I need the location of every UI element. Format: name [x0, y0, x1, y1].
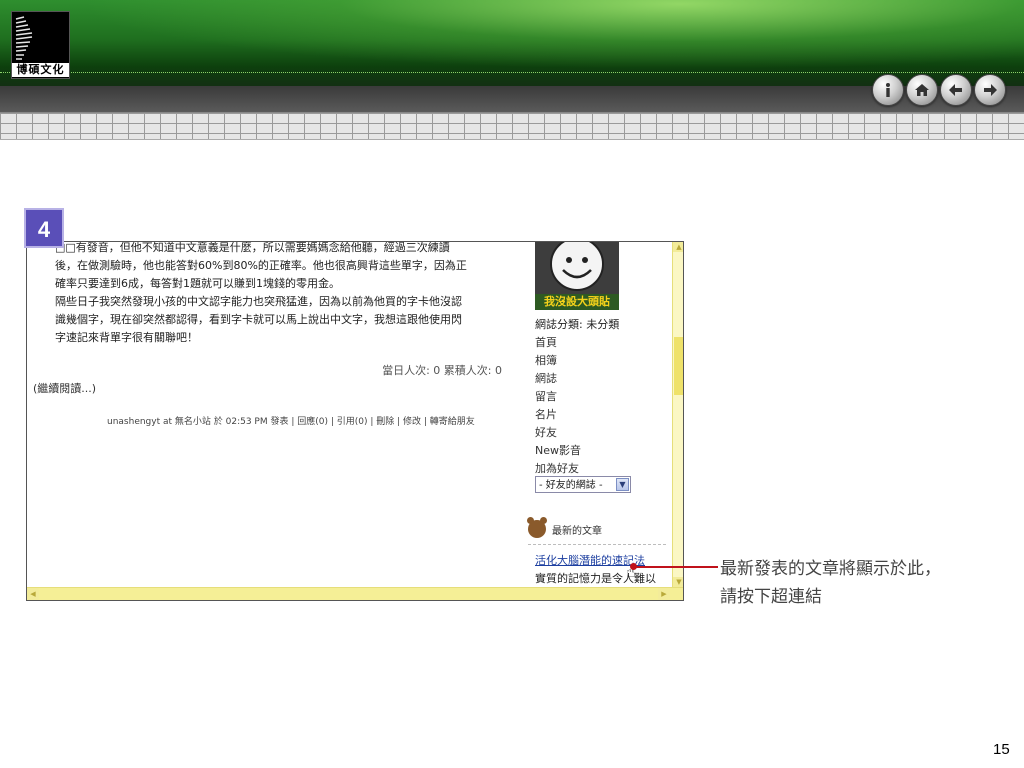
- scroll-left-icon[interactable]: ◀: [27, 588, 39, 600]
- scroll-up-icon[interactable]: ▲: [673, 242, 683, 252]
- logo-mark-icon: [15, 16, 33, 60]
- bear-icon: [527, 517, 547, 538]
- article-line: 字速記來背單字很有關聯吧！: [55, 331, 198, 344]
- avatar: 我沒設大頭貼: [535, 242, 619, 310]
- blog-screenshot: □□有發音，但他不知道中文意義是什麼，所以需要媽媽念給他聽，經過三次練讀 後，在…: [26, 241, 684, 601]
- banner-glow: [80, 0, 1024, 70]
- blog-category: 網誌分類: 未分類: [535, 318, 620, 331]
- back-arrow-icon[interactable]: [940, 74, 972, 106]
- avatar-caption: 我沒設大頭貼: [535, 294, 619, 310]
- article-line: □□有發音，但他不知道中文意義是什麼，所以需要媽媽念給他聽，經過三次練讀: [55, 241, 450, 254]
- horizontal-scrollbar[interactable]: ◀ ▶: [27, 587, 683, 600]
- blog-main-column: □□有發音，但他不知道中文意義是什麼，所以需要媽媽念給他聽，經過三次練讀 後，在…: [27, 241, 502, 587]
- callout-line-2: 請按下超連結: [720, 587, 822, 607]
- sidebar-item-album[interactable]: 相簿: [535, 352, 581, 370]
- chevron-down-icon[interactable]: ▼: [616, 478, 629, 491]
- forward-arrow-icon[interactable]: [974, 74, 1006, 106]
- page-number: 15: [993, 741, 1010, 758]
- sidebar-item-video[interactable]: New影音: [535, 442, 581, 460]
- latest-articles-heading: 最新的文章: [527, 517, 602, 538]
- banner-lower-band: [0, 86, 1024, 112]
- sidebar-item-guestbook[interactable]: 留言: [535, 388, 581, 406]
- header-banner: [0, 0, 1024, 112]
- blog-sidebar: 我沒設大頭貼 網誌分類: 未分類 首頁 相簿 網誌 留言 名片 好友 New影音…: [527, 242, 672, 587]
- visit-counter: 當日人次: 0 累積人次: 0: [382, 364, 502, 377]
- scroll-thumb[interactable]: [674, 337, 683, 395]
- sidebar-item-friends[interactable]: 好友: [535, 424, 581, 442]
- callout-text: 最新發表的文章將顯示於此， 請按下超連結: [720, 555, 941, 611]
- publisher-logo: 博碩文化: [11, 11, 70, 79]
- banner-dotted-line: [0, 72, 1024, 73]
- home-icon[interactable]: [906, 74, 938, 106]
- callout-line: [632, 566, 718, 568]
- logo-text: 博碩文化: [12, 63, 69, 77]
- slide-nav-buttons: [872, 74, 1006, 106]
- callout-dot: [630, 563, 637, 570]
- scroll-right-icon[interactable]: ▶: [658, 588, 670, 600]
- article-line: 後，在做測驗時，他也能答對60%到80%的正確率。他也很高興背這些單字，因為正: [55, 259, 467, 272]
- callout-line-1: 最新發表的文章將顯示於此，: [720, 559, 941, 579]
- continue-reading-link[interactable]: (繼續閱讀...): [33, 380, 96, 396]
- sidebar-item-card[interactable]: 名片: [535, 406, 581, 424]
- sidebar-menu: 首頁 相簿 網誌 留言 名片 好友 New影音 加為好友: [535, 334, 581, 478]
- latest-articles-title: 最新的文章: [552, 525, 602, 537]
- article-line: 隔些日子我突然發現小孩的中文認字能力也突飛猛進，因為以前為他買的字卡他沒認: [55, 295, 462, 308]
- header-grid-strip: [0, 112, 1024, 140]
- article-line: 確率只要達到6成，每答對1題就可以賺到1塊錢的零用金。: [55, 277, 340, 290]
- sidebar-item-blog[interactable]: 網誌: [535, 370, 581, 388]
- next-article-link[interactable]: 實質的記憶力是令人難以: [535, 570, 656, 586]
- article-line: 識幾個字，現在卻突然都認得，看到字卡就可以馬上說出中文字，我想這跟他使用閃: [55, 313, 462, 326]
- sidebar-item-home[interactable]: 首頁: [535, 334, 581, 352]
- friends-blog-select-value: - 好友的網誌 -: [539, 480, 603, 491]
- friends-blog-select[interactable]: - 好友的網誌 - ▼: [535, 476, 631, 493]
- article-paragraph: □□有發音，但他不知道中文意義是什麼，所以需要媽媽念給他聽，經過三次練讀 後，在…: [55, 241, 495, 347]
- divider: [528, 544, 666, 545]
- scroll-down-icon[interactable]: ▼: [673, 577, 683, 587]
- info-icon[interactable]: [872, 74, 904, 106]
- step-badge: 4: [24, 208, 64, 248]
- smiley-face-icon: [550, 242, 604, 291]
- post-meta-links[interactable]: unashengyt at 無名小站 於 02:53 PM 發表 | 回應(0)…: [107, 414, 475, 427]
- vertical-scrollbar[interactable]: ▲ ▼: [672, 242, 683, 587]
